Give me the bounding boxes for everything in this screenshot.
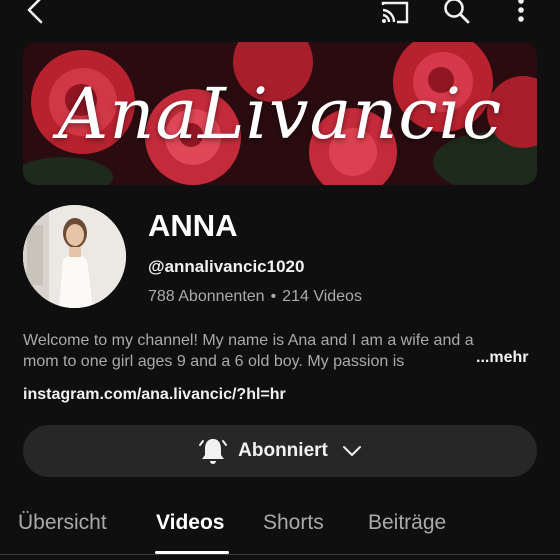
channel-stats: 788 Abonnenten • 214 Videos bbox=[148, 288, 362, 306]
avatar-image bbox=[23, 205, 126, 308]
channel-handle: @annalivancic1020 bbox=[148, 257, 305, 276]
cast-icon bbox=[381, 1, 409, 24]
channel-banner: AnaLivancic bbox=[23, 42, 537, 185]
chevron-down-icon bbox=[342, 445, 362, 457]
tab-shorts[interactable]: Shorts bbox=[263, 511, 324, 535]
more-vertical-icon bbox=[518, 0, 524, 22]
avatar[interactable] bbox=[23, 205, 126, 308]
channel-tabs: Übersicht Videos Shorts Beiträge bbox=[0, 505, 560, 560]
bell-icon bbox=[198, 436, 228, 466]
search-button[interactable] bbox=[440, 0, 474, 28]
banner-title: AnaLivancic bbox=[57, 72, 503, 155]
subscriber-count: 788 Abonnenten bbox=[148, 288, 265, 305]
channel-description[interactable]: Welcome to my channel! My name is Ana an… bbox=[23, 330, 537, 372]
back-button[interactable] bbox=[18, 0, 52, 28]
more-link[interactable]: ...mehr bbox=[462, 349, 529, 367]
description-line-1: Welcome to my channel! My name is Ana an… bbox=[23, 332, 474, 349]
description-line-2: mom to one girl ages 9 and a 6 old boy. … bbox=[23, 353, 405, 370]
search-icon bbox=[444, 0, 470, 24]
separator-dot: • bbox=[270, 288, 277, 305]
top-bar bbox=[0, 0, 560, 30]
subscribed-button[interactable]: Abonniert bbox=[23, 425, 537, 477]
subscribed-label: Abonniert bbox=[238, 440, 328, 461]
tabs-divider bbox=[0, 554, 560, 555]
tab-videos[interactable]: Videos bbox=[156, 511, 224, 535]
tab-beitrage[interactable]: Beiträge bbox=[368, 511, 446, 535]
channel-link[interactable]: instagram.com/ana.livancic/?hl=hr bbox=[23, 386, 286, 404]
tab-ubersicht[interactable]: Übersicht bbox=[18, 511, 107, 535]
channel-name: ANNA bbox=[148, 208, 238, 243]
video-count: 214 Videos bbox=[282, 288, 362, 305]
cast-button[interactable] bbox=[378, 0, 412, 30]
more-options-button[interactable] bbox=[504, 0, 538, 28]
chevron-left-icon bbox=[27, 0, 43, 24]
